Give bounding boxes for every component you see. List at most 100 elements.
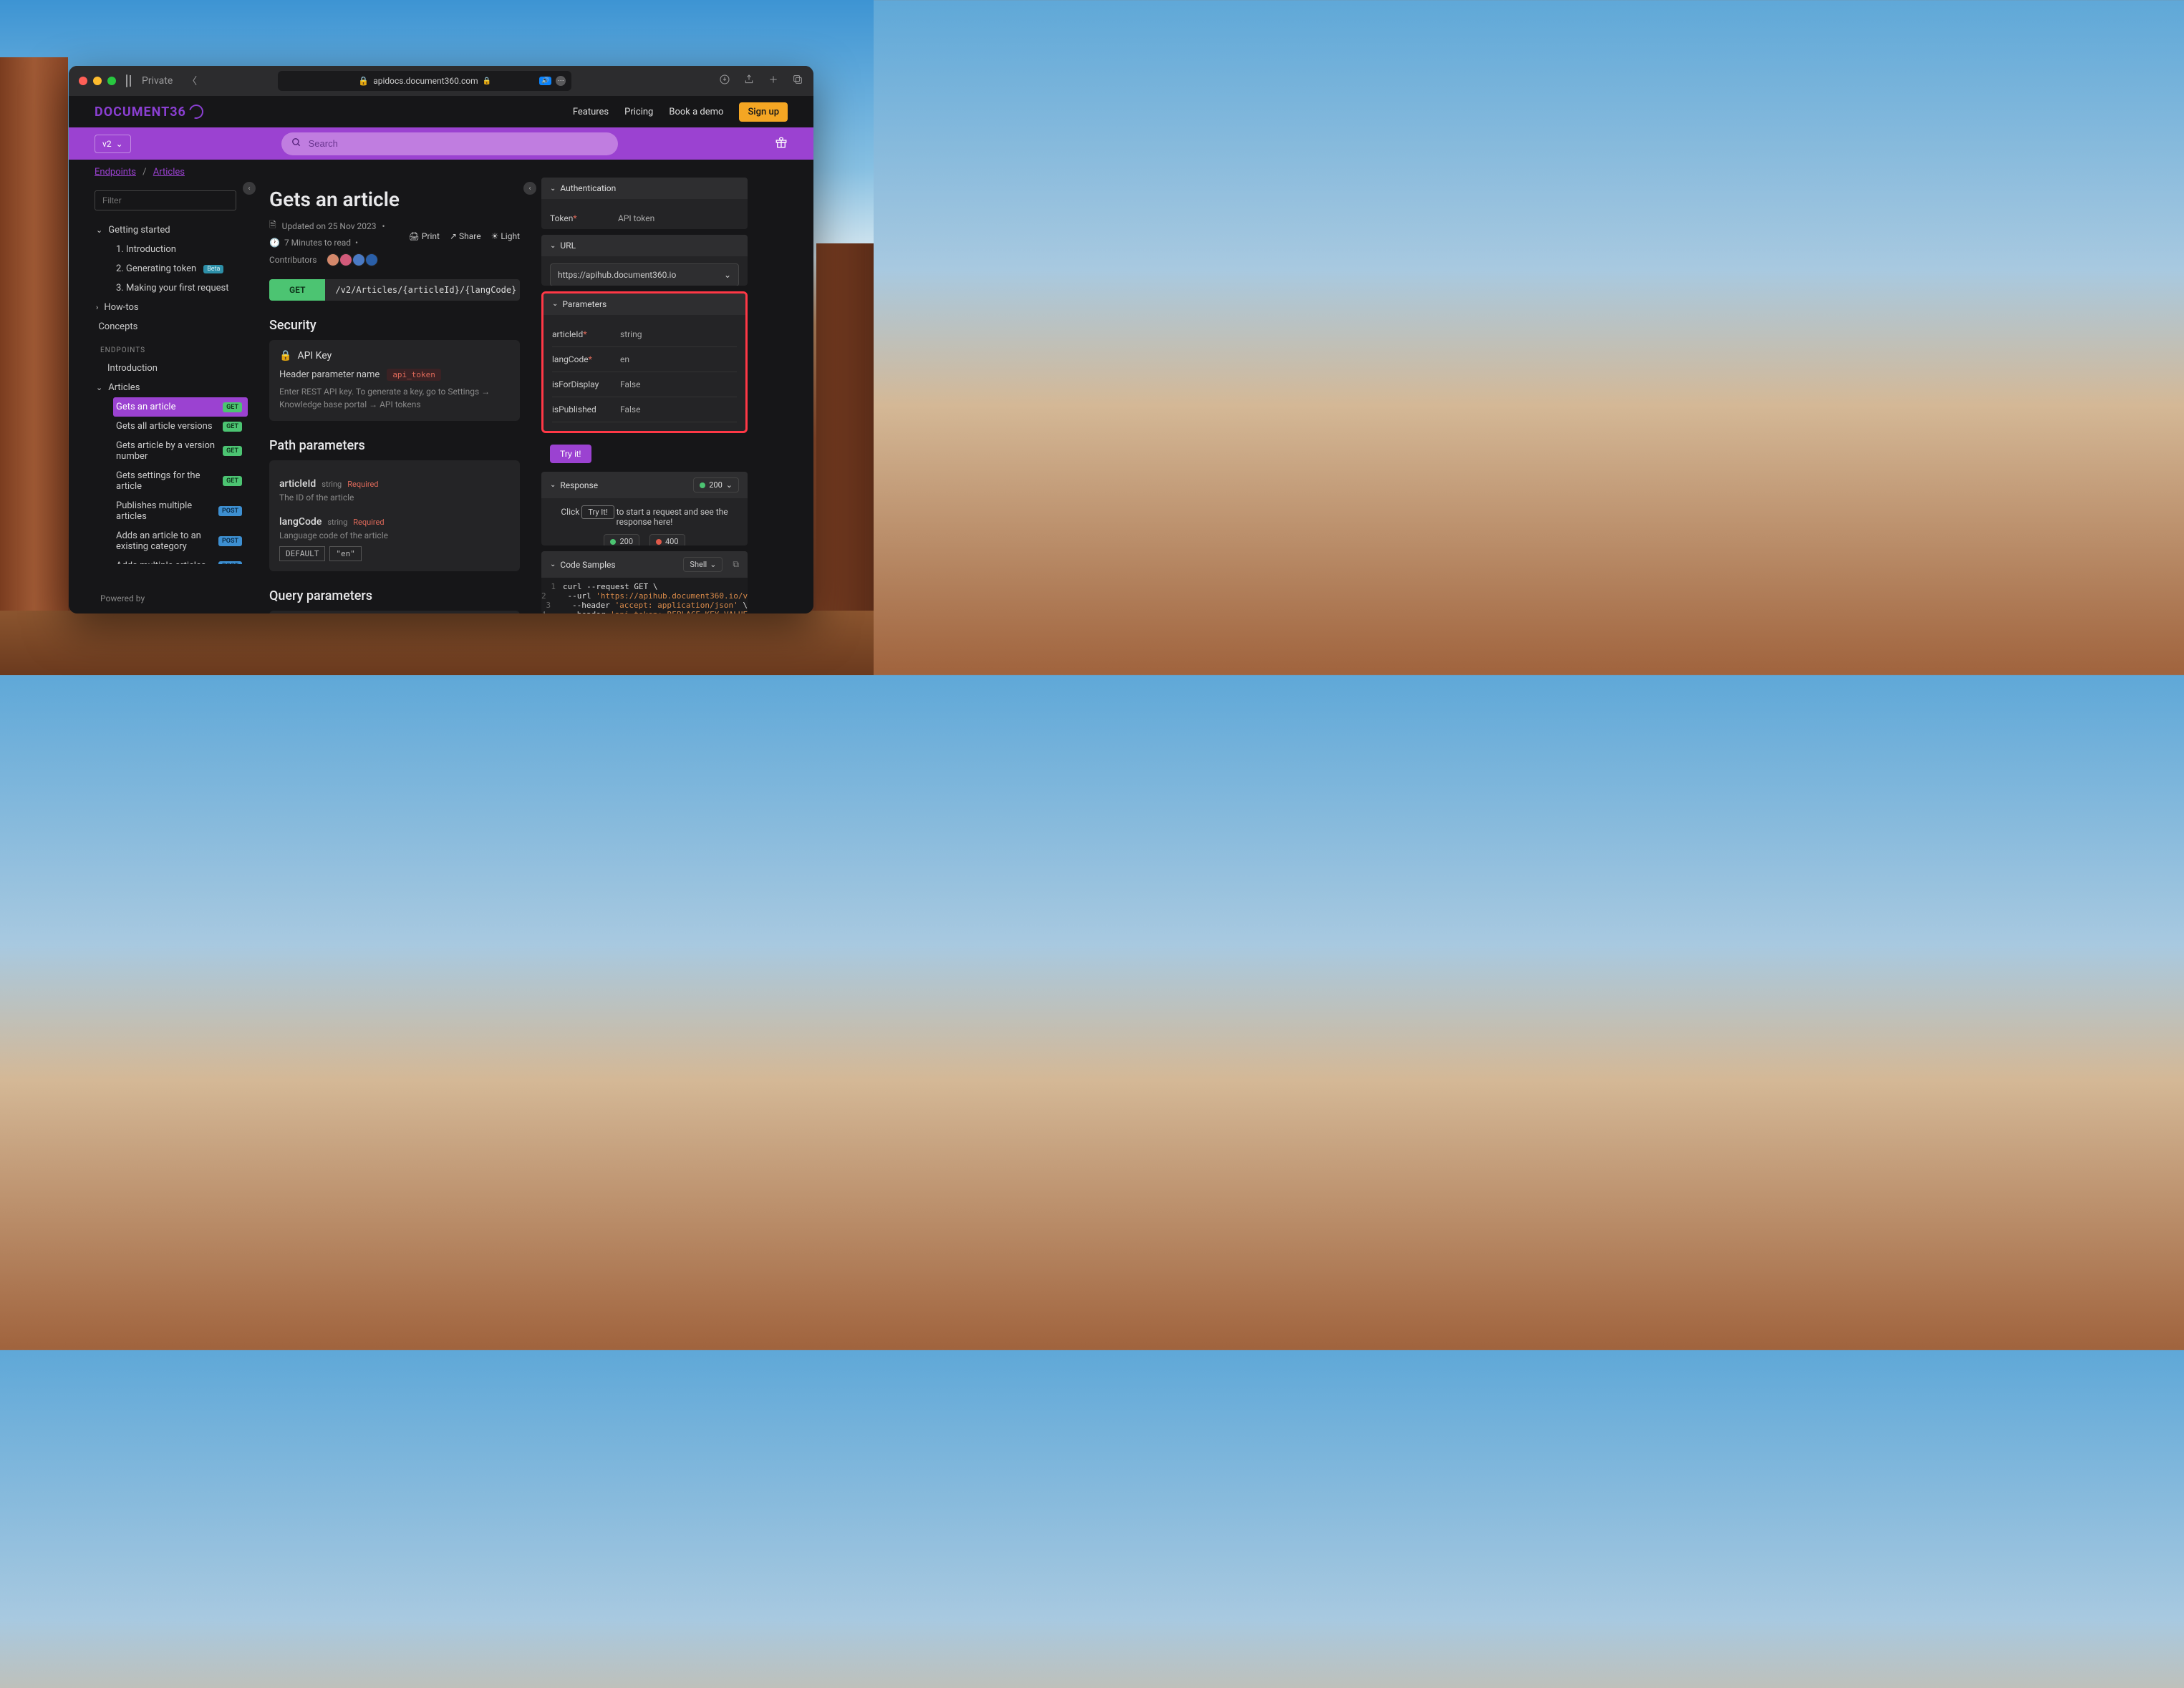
address-bar[interactable]: 🔒 apidocs.document360.com 🔒 🔊 ⋯ — [278, 71, 571, 91]
sidebar-item[interactable]: Gets article by a version numberGET — [113, 436, 248, 466]
toolbar-right — [719, 74, 803, 88]
url-text: apidocs.document360.com — [373, 76, 478, 86]
param-input[interactable]: True — [620, 428, 737, 433]
fullscreen-window-button[interactable] — [107, 77, 116, 85]
code-samples-panel: Code Samples Shell ⌄ ⧉ 1curl --request G… — [541, 551, 748, 613]
tree-item-label: 2. Generating token — [116, 263, 196, 274]
more-icon[interactable]: ⋯ — [556, 76, 566, 86]
gift-icon[interactable] — [775, 136, 788, 152]
param-label: isPublished — [552, 404, 620, 414]
try-it-button[interactable]: Try it! — [550, 445, 591, 463]
tabs-icon[interactable] — [792, 74, 803, 88]
read-time: 7 Minutes to read — [284, 238, 351, 248]
breadcrumb-sep: / — [142, 167, 146, 178]
token-input[interactable]: API token — [618, 212, 739, 225]
tree-introduction[interactable]: Introduction — [95, 359, 248, 378]
url-select[interactable]: https://apihub.document360.io ⌄ — [550, 263, 739, 285]
share-button[interactable]: ↗ Share — [450, 231, 481, 241]
subnav-bar: v2 ⌄ — [69, 127, 813, 160]
sidebar-toggle-button[interactable] — [122, 72, 132, 89]
response-code-selector[interactable]: 200 ⌄ — [693, 477, 739, 493]
search-box[interactable] — [281, 132, 618, 155]
resp-text: to start a request and see the response … — [617, 507, 728, 527]
back-button[interactable]: 〈 — [183, 71, 201, 91]
security-heading: Security — [269, 318, 520, 333]
param-row: isForDisplayFalse — [552, 372, 737, 397]
response-panel-header[interactable]: Response 200 ⌄ — [541, 472, 748, 498]
param-block: langCodestringRequiredLanguage code of t… — [279, 514, 510, 561]
param-input[interactable]: False — [620, 403, 737, 416]
param-input[interactable]: string — [620, 328, 737, 341]
tree-getting-started[interactable]: Getting started — [95, 220, 248, 240]
try-it-inline-button[interactable]: Try It! — [581, 505, 614, 519]
theme-toggle[interactable]: ☀ Light — [491, 231, 520, 241]
nav-link-pricing[interactable]: Pricing — [624, 107, 653, 117]
sidebar-item[interactable]: Adds multiple articlesPOST — [113, 556, 248, 564]
param-input[interactable]: en — [620, 353, 737, 366]
sidebar-item[interactable]: Adds an article to an existing categoryP… — [113, 526, 248, 556]
nav-link-features[interactable]: Features — [573, 107, 609, 117]
audio-icon[interactable]: 🔊 — [539, 77, 551, 85]
breadcrumb-articles[interactable]: Articles — [153, 167, 185, 178]
auth-panel-header[interactable]: Authentication — [541, 178, 748, 199]
endpoint-bar: GET /v2/Articles/{articleId}/{langCode} — [269, 279, 520, 301]
default-value: "en" — [329, 546, 362, 561]
new-tab-icon[interactable] — [768, 74, 779, 88]
params-panel-header[interactable]: Parameters — [543, 294, 745, 315]
avatar — [327, 253, 339, 266]
sidebar-item[interactable]: Publishes multiple articlesPOST — [113, 496, 248, 526]
signup-button[interactable]: Sign up — [739, 102, 788, 122]
tree-articles[interactable]: Articles — [95, 378, 248, 397]
default-label: DEFAULT — [279, 546, 325, 561]
sidebar-item[interactable]: Gets settings for the articleGET — [113, 466, 248, 496]
code-samples-header[interactable]: Code Samples Shell ⌄ ⧉ — [541, 551, 748, 578]
param-row: langCode*en — [552, 347, 737, 372]
code-block: 1curl --request GET \2 --url 'https://ap… — [541, 578, 748, 613]
code-text: --header 'api_token: REPLACE_KEY_VALUE — [554, 610, 748, 613]
version-selector[interactable]: v2 ⌄ — [95, 135, 131, 153]
main-content: Gets an article 🗎 Updated on 25 Nov 2023… — [248, 178, 534, 613]
param-row: appendSASTokenTrue — [552, 422, 737, 433]
dot-sep: • — [382, 221, 385, 231]
site-logo[interactable]: DOCUMENT36 — [95, 105, 203, 120]
param-name: articleId — [279, 478, 316, 490]
search-input[interactable] — [309, 138, 608, 149]
url-panel-header[interactable]: URL — [541, 235, 748, 256]
sidebar-item[interactable]: Gets all article versionsGET — [113, 417, 248, 436]
breadcrumb-endpoints[interactable]: Endpoints — [95, 167, 136, 178]
tree-concepts[interactable]: Concepts — [95, 317, 248, 336]
param-desc: The ID of the article — [279, 493, 510, 503]
method-badge: POST — [218, 506, 242, 516]
method-badge: GET — [223, 446, 242, 456]
avatar — [339, 253, 352, 266]
code-line: 2 --url 'https://apihub.document360.io/v — [541, 591, 748, 601]
browser-window: Private 〈 🔒 apidocs.document360.com 🔒 🔊 … — [69, 66, 813, 613]
sidebar-item[interactable]: Gets an articleGET — [113, 397, 248, 417]
http-method-badge: GET — [269, 279, 325, 301]
line-number: 2 — [541, 591, 554, 601]
tree-item[interactable]: 2. Generating tokenBeta — [113, 259, 248, 278]
print-button[interactable]: 🖨 Print — [409, 231, 440, 241]
avatar — [365, 253, 378, 266]
response-code-200[interactable]: 200 — [604, 534, 639, 545]
logo-text: DOCUMENT36 — [95, 105, 186, 120]
url-panel: URL https://apihub.document360.io ⌄ — [541, 235, 748, 285]
nav-link-book-demo[interactable]: Book a demo — [669, 107, 723, 117]
param-type: string — [322, 480, 342, 489]
minimize-window-button[interactable] — [93, 77, 102, 85]
tree-item[interactable]: 1. Introduction — [113, 240, 248, 259]
downloads-icon[interactable] — [719, 74, 730, 88]
share-icon[interactable] — [743, 74, 755, 88]
close-window-button[interactable] — [79, 77, 87, 85]
lock-icon: 🔒 — [483, 77, 491, 85]
contributors-label: Contributors — [269, 255, 317, 265]
response-code-400[interactable]: 400 — [649, 534, 685, 545]
language-selector[interactable]: Shell ⌄ — [683, 557, 723, 572]
param-label: appendSASToken — [552, 430, 620, 433]
copy-icon[interactable]: ⧉ — [733, 559, 739, 570]
param-input[interactable]: False — [620, 378, 737, 391]
tree-item[interactable]: 3. Making your first request — [113, 278, 248, 298]
filter-input[interactable] — [95, 190, 236, 210]
code-line: 3 --header 'accept: application/json' \ — [541, 601, 748, 610]
tree-howtos[interactable]: How-tos — [95, 298, 248, 317]
